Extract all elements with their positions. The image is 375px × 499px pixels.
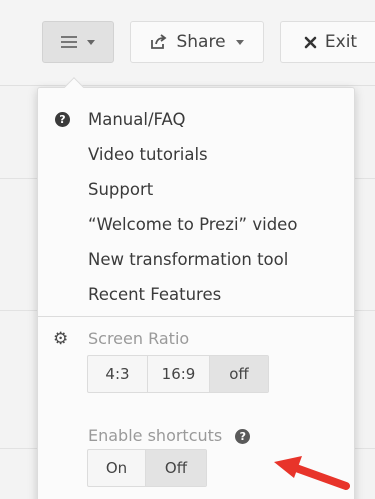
- red-arrow-icon: [274, 456, 350, 490]
- share-icon: [151, 34, 167, 49]
- main-menu-dropdown: ? Manual/FAQ Video tutorials Support “We…: [37, 77, 355, 499]
- menu-item-label: Manual/FAQ: [88, 110, 186, 129]
- help-icon[interactable]: ?: [235, 429, 251, 444]
- menu-item-welcome-video[interactable]: “Welcome to Prezi” video: [38, 207, 354, 242]
- screen-ratio-option-16-9[interactable]: 16:9: [148, 356, 210, 392]
- shortcuts-option-off[interactable]: Off: [146, 450, 206, 486]
- top-toolbar: Share Exit: [0, 0, 375, 86]
- menu-item-label: Support: [88, 180, 154, 199]
- screen-ratio-option-off[interactable]: off: [210, 356, 268, 392]
- hamburger-icon: [61, 36, 77, 48]
- menu-item-label: New transformation tool: [88, 250, 289, 269]
- menu-list: ? Manual/FAQ Video tutorials Support “We…: [38, 102, 354, 312]
- shortcuts-toggle: On Off: [87, 449, 207, 487]
- share-label: Share: [176, 32, 226, 52]
- chevron-down-icon: [235, 39, 244, 45]
- menu-item-manual-faq[interactable]: ? Manual/FAQ: [38, 102, 354, 137]
- screen-ratio-label: Screen Ratio: [88, 329, 190, 348]
- shortcuts-section: Enable shortcuts ?: [88, 426, 251, 445]
- enable-shortcuts-label: Enable shortcuts: [88, 426, 223, 445]
- exit-label: Exit: [324, 32, 358, 52]
- chevron-down-icon: [87, 39, 95, 45]
- menu-button[interactable]: [42, 21, 114, 63]
- menu-item-support[interactable]: Support: [38, 172, 354, 207]
- share-button[interactable]: Share: [130, 21, 264, 63]
- app-page: Share Exit ? Manual/FAQ Video tutorials …: [0, 0, 375, 499]
- close-icon: [304, 36, 317, 48]
- menu-item-recent-features[interactable]: Recent Features: [38, 277, 354, 312]
- gear-icon: ⚙: [53, 329, 69, 349]
- menu-item-transformation-tool[interactable]: New transformation tool: [38, 242, 354, 277]
- shortcuts-option-on[interactable]: On: [88, 450, 146, 486]
- help-icon: ?: [55, 112, 70, 127]
- screen-ratio-selector: 4:3 16:9 off: [87, 355, 269, 393]
- menu-item-label: Recent Features: [88, 285, 222, 304]
- menu-item-video-tutorials[interactable]: Video tutorials: [38, 137, 354, 172]
- menu-item-label: Video tutorials: [88, 145, 208, 164]
- screen-ratio-option-4-3[interactable]: 4:3: [88, 356, 148, 392]
- menu-item-label: “Welcome to Prezi” video: [88, 215, 298, 234]
- menu-divider: [38, 316, 354, 317]
- exit-button[interactable]: Exit: [280, 21, 375, 63]
